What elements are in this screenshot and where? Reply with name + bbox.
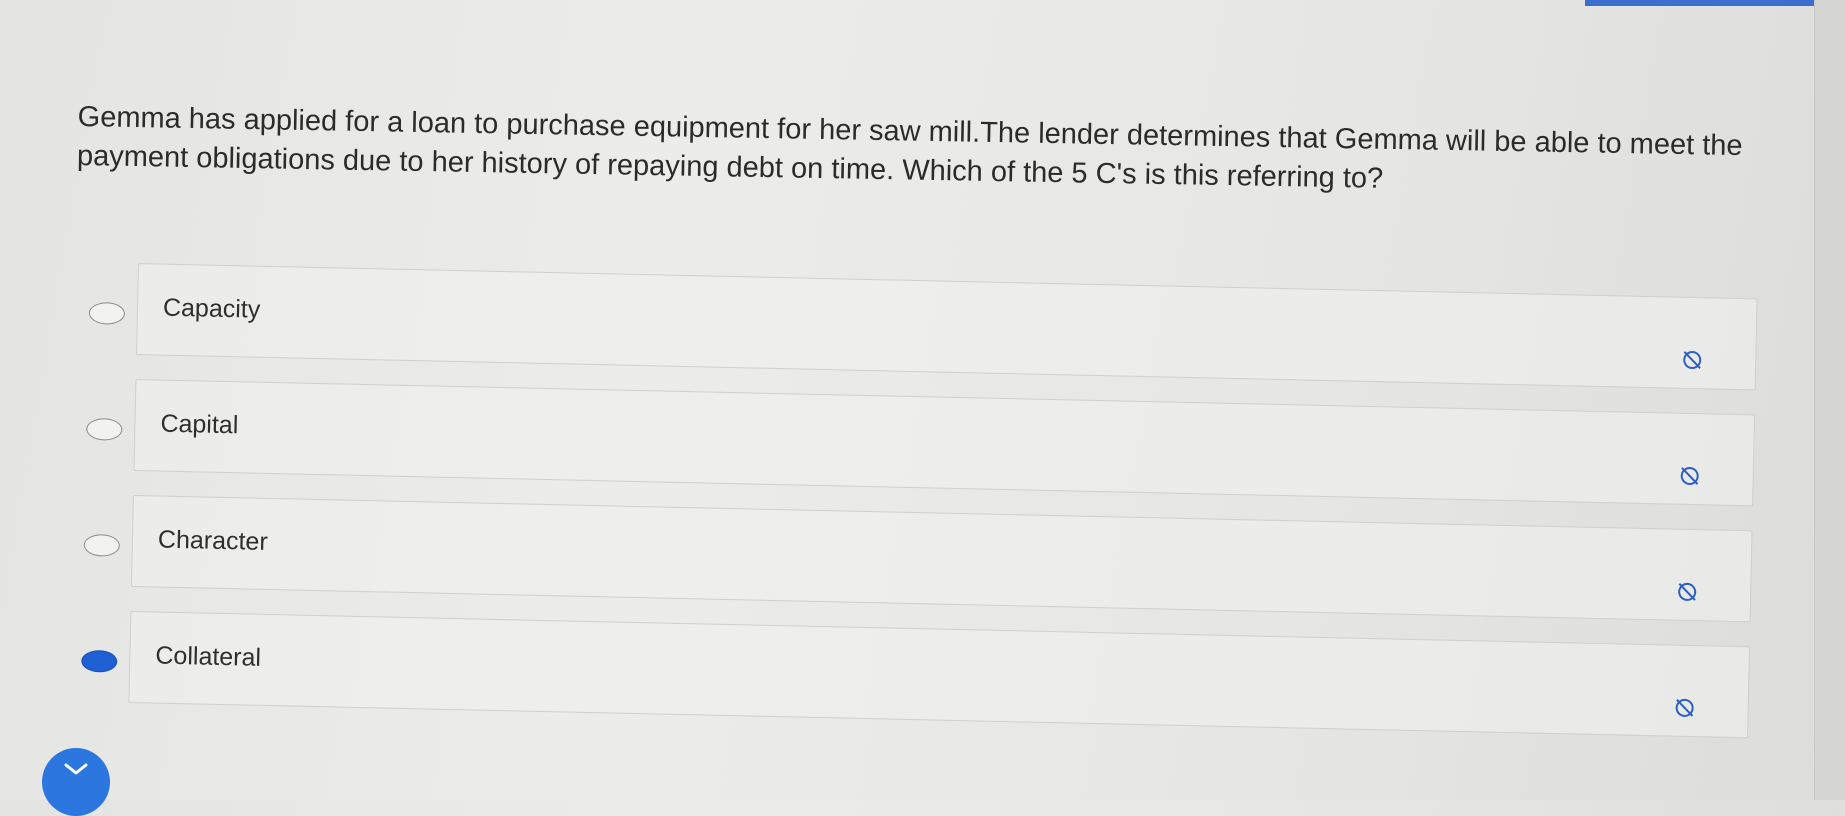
option-label: Character — [157, 525, 269, 556]
answer-options: Capacity Capital Character Collateral — [80, 262, 1780, 763]
option-label: Capital — [160, 409, 239, 440]
option-box[interactable] — [135, 263, 1758, 391]
radio-button[interactable] — [86, 417, 123, 441]
option-box[interactable] — [128, 610, 1751, 739]
option-label: Capacity — [162, 293, 261, 324]
eliminate-icon[interactable] — [1676, 581, 1698, 603]
question-text: Gemma has applied for a loan to purchase… — [76, 100, 1743, 195]
radio-button[interactable] — [83, 533, 121, 557]
option-collateral[interactable]: Collateral — [80, 610, 1772, 739]
right-panel-edge — [1814, 0, 1845, 800]
chevron-down-icon — [64, 763, 88, 775]
option-box[interactable] — [130, 494, 1753, 623]
radio-button-selected[interactable] — [81, 649, 118, 673]
eliminate-icon[interactable] — [1681, 349, 1703, 371]
option-capacity[interactable]: Capacity — [88, 262, 1780, 391]
eliminate-icon[interactable] — [1678, 465, 1700, 487]
option-capital[interactable]: Capital — [85, 378, 1777, 507]
option-character[interactable]: Character — [83, 494, 1775, 623]
option-label: Collateral — [155, 641, 262, 672]
eliminate-icon[interactable] — [1673, 697, 1695, 719]
radio-button[interactable] — [88, 301, 126, 325]
top-accent-bar — [1585, 0, 1845, 6]
collapse-button[interactable] — [42, 748, 110, 816]
option-box[interactable] — [133, 379, 1756, 507]
